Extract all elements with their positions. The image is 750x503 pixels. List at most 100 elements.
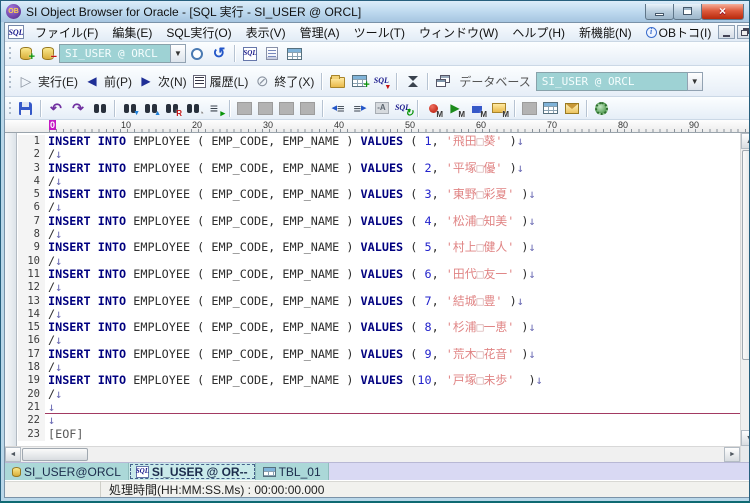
editor-line-23[interactable]: 23[EOF] xyxy=(18,428,740,441)
editor-line-8[interactable]: 8/↓ xyxy=(18,228,740,241)
link-window-button[interactable] xyxy=(432,70,454,92)
sql-load-button[interactable] xyxy=(370,70,392,92)
editor-line-16[interactable]: 16/↓ xyxy=(18,334,740,347)
menu-item-manage[interactable]: 管理(A) xyxy=(293,23,347,42)
editor-lines[interactable]: 1INSERT INTO EMPLOYEE ( EMP_CODE, EMP_NA… xyxy=(5,133,740,446)
minimize-button[interactable] xyxy=(645,4,674,20)
editor-line-6[interactable]: 6/↓ xyxy=(18,201,740,214)
menu-item-sql-exec[interactable]: SQL実行(O) xyxy=(159,23,238,42)
disabled-button-1[interactable] xyxy=(234,98,255,118)
vertical-scroll-thumb[interactable] xyxy=(742,150,750,360)
editor-line-18[interactable]: 18/↓ xyxy=(18,361,740,374)
compress-button[interactable] xyxy=(401,70,423,92)
combo-dropdown-icon[interactable]: ▼ xyxy=(170,44,186,63)
editor-line-11[interactable]: 11INSERT INTO EMPLOYEE ( EMP_CODE, EMP_N… xyxy=(18,268,740,281)
editor-line-12[interactable]: 12/↓ xyxy=(18,281,740,294)
editor-line-10[interactable]: 10/↓ xyxy=(18,255,740,268)
mail-button[interactable] xyxy=(561,98,582,118)
connect-button[interactable] xyxy=(15,43,37,65)
macro-record-button[interactable] xyxy=(422,98,444,118)
close-button[interactable]: × xyxy=(701,4,744,20)
macro-open-button[interactable] xyxy=(488,98,510,118)
convert-case-button[interactable] xyxy=(371,98,392,118)
menu-item-new-features[interactable]: 新機能(N) xyxy=(572,23,639,42)
editor-line-13[interactable]: 13INSERT INTO EMPLOYEE ( EMP_CODE, EMP_N… xyxy=(18,295,740,308)
editor-line-1[interactable]: 1INSERT INTO EMPLOYEE ( EMP_CODE, EMP_NA… xyxy=(18,135,740,148)
rollback-button[interactable] xyxy=(208,43,230,65)
horizontal-scrollbar[interactable]: ◄ ► xyxy=(5,446,740,462)
prev-button[interactable]: 前(P) xyxy=(81,70,135,92)
selection-margin[interactable] xyxy=(5,133,17,446)
editor-line-21[interactable]: 21↓ xyxy=(18,401,740,414)
save-button[interactable] xyxy=(15,98,36,118)
editor-line-14[interactable]: 14/↓ xyxy=(18,308,740,321)
cancel-query-button[interactable] xyxy=(186,43,208,65)
disabled-button-4[interactable] xyxy=(297,98,318,118)
sql-format-button[interactable] xyxy=(392,98,413,118)
combo-dropdown-icon[interactable]: ▼ xyxy=(687,72,703,91)
find-prev-button[interactable] xyxy=(140,98,161,118)
scroll-left-button[interactable]: ◄ xyxy=(5,447,21,462)
editor-line-5[interactable]: 5INSERT INTO EMPLOYEE ( EMP_CODE, EMP_NA… xyxy=(18,188,740,201)
replace-button[interactable] xyxy=(161,98,182,118)
options-button[interactable] xyxy=(591,98,612,118)
table-output-button[interactable] xyxy=(348,70,370,92)
window-tab-session[interactable]: SI_USER@ORCL xyxy=(5,463,129,480)
window-tab-sql-exec[interactable]: SI_USER @ OR-- xyxy=(129,463,256,480)
menu-item-edit[interactable]: 編集(E) xyxy=(105,23,159,42)
undo-button[interactable] xyxy=(45,98,67,118)
execute-button[interactable]: 実行(E) xyxy=(15,70,81,92)
grid-window-button[interactable] xyxy=(283,43,305,65)
script-window-button[interactable] xyxy=(261,43,283,65)
editor-line-20[interactable]: 20/↓ xyxy=(18,388,740,401)
vertical-scroll-track[interactable] xyxy=(741,361,750,430)
scroll-down-button[interactable]: ▼ xyxy=(741,430,750,446)
editor-line-7[interactable]: 7INSERT INTO EMPLOYEE ( EMP_CODE, EMP_NA… xyxy=(18,215,740,228)
open-file-button[interactable] xyxy=(326,70,348,92)
find-next-button[interactable] xyxy=(119,98,140,118)
vertical-scrollbar[interactable]: ▲ ▼ xyxy=(740,133,750,462)
mdi-minimize-button[interactable] xyxy=(718,25,735,39)
editor-line-17[interactable]: 17INSERT INTO EMPLOYEE ( EMP_CODE, EMP_N… xyxy=(18,348,740,361)
session-combo[interactable]: SI_USER @ ORCL▼ xyxy=(59,44,186,63)
disconnect-button[interactable] xyxy=(37,43,59,65)
editor-line-22[interactable]: 22↓ xyxy=(18,414,740,427)
editor-line-2[interactable]: 2/↓ xyxy=(18,148,740,161)
menu-item-file[interactable]: ファイル(F) xyxy=(28,23,105,42)
sql-editor[interactable]: 1INSERT INTO EMPLOYEE ( EMP_CODE, EMP_NA… xyxy=(5,133,740,446)
end-button[interactable]: 終了(X) xyxy=(251,70,317,92)
mdi-system-icon[interactable]: SQL xyxy=(8,25,24,39)
next-button[interactable]: 次(N) xyxy=(135,70,190,92)
disabled-button-3[interactable] xyxy=(276,98,297,118)
indent-button[interactable] xyxy=(327,98,349,118)
editor-line-9[interactable]: 9INSERT INTO EMPLOYEE ( EMP_CODE, EMP_NA… xyxy=(18,241,740,254)
find-button[interactable] xyxy=(89,98,110,118)
menu-item-view[interactable]: 表示(V) xyxy=(239,23,293,42)
disabled-button-2[interactable] xyxy=(255,98,276,118)
scroll-right-button[interactable]: ► xyxy=(724,447,740,462)
horizontal-scroll-thumb[interactable] xyxy=(22,448,88,461)
goto-line-button[interactable] xyxy=(203,98,225,118)
scroll-up-button[interactable]: ▲ xyxy=(741,133,750,149)
window-tab-table[interactable]: TBL_01 xyxy=(256,463,329,480)
menu-item-help[interactable]: ヘルプ(H) xyxy=(505,23,572,42)
mdi-restore-button[interactable] xyxy=(737,25,750,39)
menu-item-ob-toko[interactable]: OBトコ(I) xyxy=(639,23,719,42)
editor-line-15[interactable]: 15INSERT INTO EMPLOYEE ( EMP_CODE, EMP_N… xyxy=(18,321,740,334)
editor-line-3[interactable]: 3INSERT INTO EMPLOYEE ( EMP_CODE, EMP_NA… xyxy=(18,162,740,175)
database-combo[interactable]: SI_USER @ ORCL▼ xyxy=(536,72,703,91)
macro-play-button[interactable] xyxy=(444,98,466,118)
find-history-button[interactable] xyxy=(182,98,203,118)
macro-save-button[interactable] xyxy=(466,98,488,118)
editor-line-19[interactable]: 19INSERT INTO EMPLOYEE ( EMP_CODE, EMP_N… xyxy=(18,374,740,387)
menu-item-window[interactable]: ウィンドウ(W) xyxy=(412,23,505,42)
redo-button[interactable] xyxy=(67,98,89,118)
outdent-button[interactable] xyxy=(349,98,371,118)
history-button[interactable]: 履歴(L) xyxy=(190,70,252,92)
menu-item-tools[interactable]: ツール(T) xyxy=(347,23,412,42)
result-grid-button[interactable] xyxy=(540,98,561,118)
disabled-button-5[interactable] xyxy=(519,98,540,118)
editor-line-4[interactable]: 4/↓ xyxy=(18,175,740,188)
sql-window-button[interactable] xyxy=(239,43,261,65)
maximize-button[interactable] xyxy=(673,4,702,20)
